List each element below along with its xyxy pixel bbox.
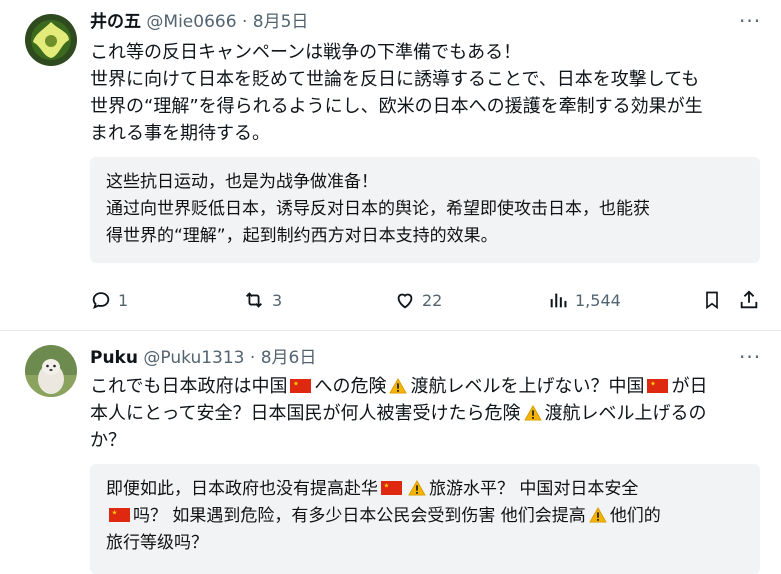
like-count: 22: [422, 290, 443, 310]
handle[interactable]: @Puku1313: [143, 348, 244, 368]
repost-count: 3: [272, 290, 283, 310]
translation-line: 吗？ 如果遇到危险，有多少日本公民会受到伤害 他们会提高 他们的: [106, 503, 751, 530]
post-2-line: か？: [90, 430, 126, 451]
china-flag-icon: [290, 379, 312, 393]
share-icon: [740, 290, 758, 309]
more-options-icon[interactable]: ···: [739, 9, 761, 33]
post-1-header: 井の五 @Mie0666 · 8月5日: [90, 12, 309, 32]
like-button[interactable]: 22: [394, 286, 442, 314]
view-count: 1,544: [575, 290, 621, 310]
translation-line: 即便如此，日本政府也没有提高赴华 旅游水平？ 中国对日本安全: [106, 479, 639, 499]
china-flag-icon: [381, 481, 402, 495]
bookmark-icon: [706, 291, 718, 310]
china-flag-icon: [109, 508, 130, 522]
post-2-line: 本人にとって安全？日本国民が何人被害受けたら危険 渡航レベル上げるの: [90, 403, 707, 424]
translation-box-2: 即便如此，日本政府也没有提高赴华 旅游水平？ 中国对日本安全 吗？ 如果遇到危险，…: [90, 464, 760, 574]
post-1-line: 世界の“理解”を得られるようにし、欧米の日本への援護を牽制する効果が生: [90, 96, 703, 117]
post-1[interactable]: 井の五 @Mie0666 · 8月5日 ··· これ等の反日キャンペーンは戦争の…: [0, 0, 781, 330]
post-2-text: これでも日本政府は中国 への危険 渡航レベルを上げない？中国 が日 本人にとって安全？…: [90, 373, 770, 454]
reply-button[interactable]: 1: [90, 286, 128, 314]
post-2-line: これでも日本政府は中国 への危険 渡航レベルを上げない？中国 が日: [90, 376, 708, 397]
reply-icon: [92, 292, 110, 310]
translation-line: 通过向世界贬低日本，诱导反对日本的舆论，希望即使攻击日本，也能获: [106, 199, 650, 219]
china-flag-icon: [647, 379, 669, 393]
post-date[interactable]: 8月6日: [261, 348, 317, 368]
translation-line: 这些抗日运动，也是为战争做准备！: [106, 172, 378, 192]
translation-box-1: 这些抗日运动，也是为战争做准备！ 通过向世界贬低日本，诱导反对日本的舆论，希望即…: [90, 157, 760, 263]
post-1-actions: 1 3 22 1,544: [90, 286, 770, 314]
handle[interactable]: @Mie0666: [146, 12, 236, 32]
share-button[interactable]: [738, 286, 760, 314]
translation-line: 得世界的“理解”，起到制约西方对日本支持的效果。: [106, 226, 498, 246]
post-1-text: これ等の反日キャンペーンは戦争の下準備でもある！ 世界に向けて日本を貶めて世論を…: [90, 39, 770, 147]
warning-icon: [389, 378, 408, 394]
warning-icon: [523, 405, 542, 421]
like-icon: [397, 293, 413, 309]
post-2-header: Puku @Puku1313 · 8月6日: [90, 348, 317, 368]
display-name[interactable]: 井の五: [90, 12, 141, 32]
bookmark-button[interactable]: [702, 286, 722, 314]
translation-line: 旅行等级吗？: [106, 533, 208, 553]
post-1-line: まれる事を期待する。: [90, 123, 270, 144]
avatar-post-1[interactable]: [25, 14, 77, 66]
views-icon: [550, 293, 567, 308]
warning-icon: [408, 480, 426, 496]
reply-count: 1: [118, 290, 129, 310]
views-button[interactable]: 1,544: [547, 286, 621, 314]
post-date[interactable]: 8月5日: [253, 12, 309, 32]
post-1-line: これ等の反日キャンペーンは戦争の下準備でもある！: [90, 42, 522, 63]
post-1-line: 世界に向けて日本を貶めて世論を反日に誘導することで、日本を攻撃しても: [90, 69, 700, 90]
repost-icon: [246, 292, 262, 308]
post-2[interactable]: Puku @Puku1313 · 8月6日 ··· これでも日本政府は中国 への危…: [0, 331, 781, 574]
warning-icon: [589, 507, 607, 523]
avatar-post-2[interactable]: [25, 345, 77, 397]
display-name[interactable]: Puku: [90, 348, 138, 368]
repost-button[interactable]: 3: [242, 286, 282, 314]
more-options-icon[interactable]: ···: [739, 345, 761, 369]
